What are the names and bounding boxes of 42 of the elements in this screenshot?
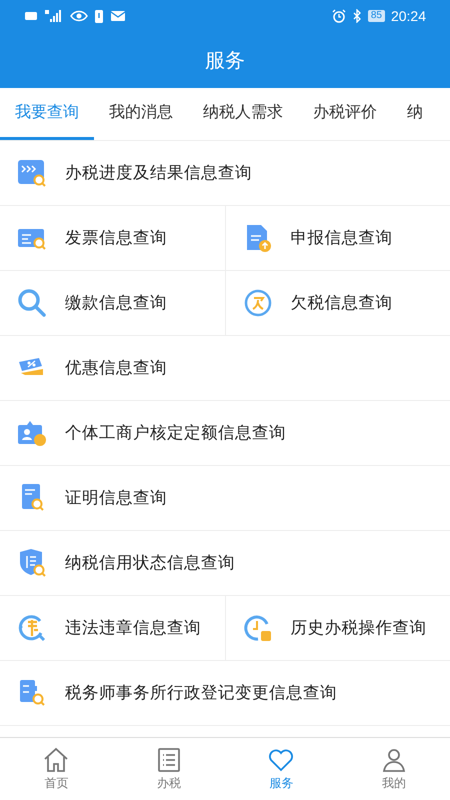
tab[interactable]: 纳 <box>392 88 438 140</box>
menu-item[interactable]: 欠税信息查询 <box>226 271 450 335</box>
user-icon <box>380 746 407 772</box>
hd-icon <box>24 9 38 23</box>
menu-item[interactable]: 纳税信用状态信息查询 <box>0 531 450 595</box>
tab[interactable]: 办税评价 <box>298 88 392 140</box>
nav-tab[interactable]: 我的 <box>338 738 450 800</box>
tab[interactable]: 我的消息 <box>94 88 188 140</box>
menu-item[interactable]: 证明信息查询 <box>0 466 450 530</box>
list-icon <box>156 746 182 772</box>
heart-icon <box>268 746 294 772</box>
progress-search-icon <box>17 158 47 188</box>
nav-tab[interactable]: 首页 <box>0 738 112 800</box>
menu-item[interactable]: 发票信息查询 <box>0 206 226 270</box>
mail-icon <box>110 9 126 23</box>
tab[interactable]: 我要查询 <box>0 88 94 140</box>
search-icon <box>17 288 47 318</box>
coin-icon <box>242 288 272 318</box>
signal-icon <box>44 9 64 23</box>
battery-level: 85 <box>368 10 385 22</box>
home-icon <box>43 746 70 772</box>
shield-search-icon <box>17 548 47 578</box>
page-title: 服务 <box>205 48 245 74</box>
eye-icon <box>70 9 88 23</box>
menu-item[interactable]: 历史办税操作查询 <box>226 596 450 660</box>
menu-item[interactable]: 个体工商户核定定额信息查询 <box>0 401 450 465</box>
round-search-icon <box>17 613 47 643</box>
battery-alert-icon <box>94 9 104 23</box>
menu-item[interactable]: 优惠信息查询 <box>0 336 450 400</box>
menu-item[interactable]: 办税进度及结果信息查询 <box>0 141 450 205</box>
menu-item[interactable]: 申报信息查询 <box>226 206 450 270</box>
menu-item[interactable]: 违法违章信息查询 <box>0 596 226 660</box>
clock-time: 20:24 <box>390 8 426 24</box>
menu-item[interactable]: 缴款信息查询 <box>0 271 226 335</box>
bluetooth-icon <box>352 9 362 23</box>
nav-tab[interactable]: 办税 <box>112 738 225 800</box>
alarm-icon <box>332 9 346 23</box>
clock-icon <box>242 613 272 643</box>
menu-item[interactable]: 税务师事务所行政登记变更信息查询 <box>0 661 450 725</box>
tab[interactable]: 纳税人需求 <box>188 88 298 140</box>
document-search-icon <box>17 678 47 708</box>
nav-tab[interactable]: 服务 <box>225 738 338 800</box>
